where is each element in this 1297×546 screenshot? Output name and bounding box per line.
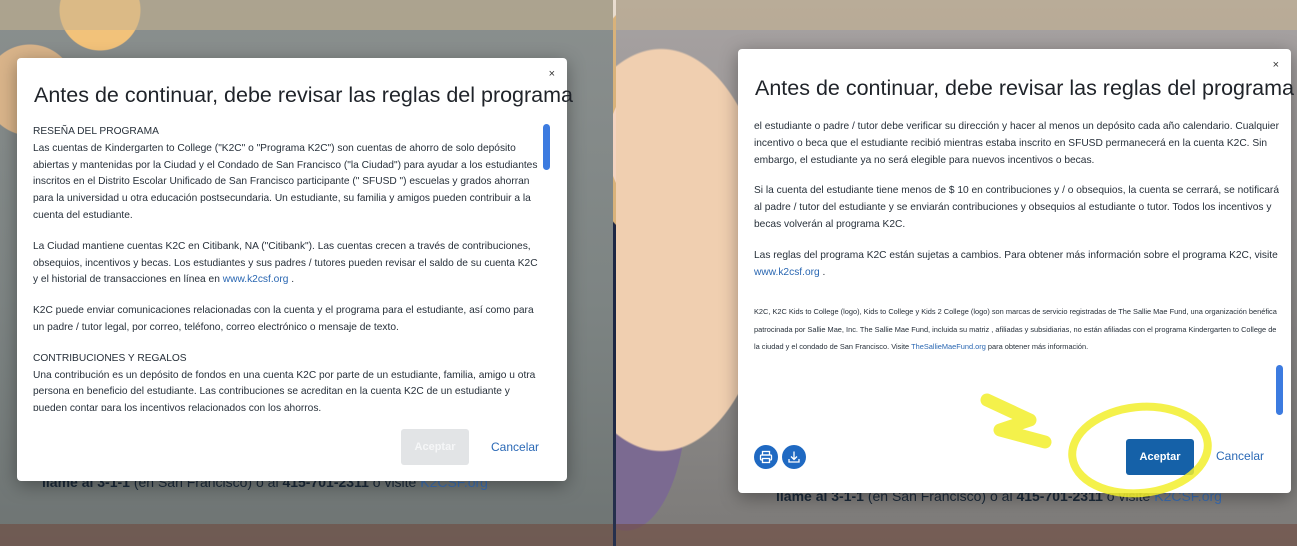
download-icon [788, 451, 800, 463]
rules-paragraph: La Ciudad mantiene cuentas K2C en Citiba… [33, 239, 545, 289]
scrollbar-thumb[interactable] [543, 124, 550, 170]
printer-icon [759, 450, 773, 464]
paragraph-text-end: . [819, 266, 826, 278]
k2csf-link[interactable]: www.k2csf.org [223, 274, 289, 285]
scrollbar-thumb[interactable] [1276, 365, 1283, 415]
paragraph-text: Las cuentas de Kindergarten to College (… [33, 142, 538, 221]
rules-paragraph: CONTRIBUCIONES Y REGALOS Una contribució… [33, 351, 545, 411]
k2csf-link[interactable]: www.k2csf.org [754, 267, 820, 278]
background-strip [616, 524, 1297, 546]
program-rules-modal: × Antes de continuar, debe revisar las r… [738, 49, 1295, 493]
sallie-mae-fund-link[interactable]: TheSallieMaeFund.org [911, 342, 986, 351]
paragraph-text: Si la cuenta del estudiante tiene menos … [754, 185, 1279, 230]
rules-paragraph: el estudiante o padre / tutor debe verif… [754, 119, 1279, 169]
paragraph-text: Las reglas del programa K2C están sujeta… [754, 249, 1278, 261]
background-strip [616, 0, 1297, 30]
print-button[interactable] [754, 445, 778, 469]
trademark-notice: K2C, K2C Kids to College (logo), Kids to… [754, 303, 1279, 356]
accept-button[interactable]: Aceptar [1126, 439, 1194, 475]
rules-paragraph: RESEÑA DEL PROGRAMA Las cuentas de Kinde… [33, 124, 545, 225]
paragraph-text: K2C puede enviar comunicaciones relacion… [33, 305, 534, 333]
cancel-button[interactable]: Cancelar [491, 440, 539, 454]
rules-scroll-area[interactable]: el estudiante o padre / tutor debe verif… [754, 119, 1279, 419]
rules-scroll-area[interactable]: RESEÑA DEL PROGRAMA Las cuentas de Kinde… [33, 124, 545, 411]
paragraph-text-end: para obtener más información. [985, 342, 1089, 352]
accept-button-disabled[interactable]: Aceptar [401, 429, 469, 465]
paragraph-text-end: . [288, 274, 295, 286]
rules-paragraph: Las reglas del programa K2C están sujeta… [754, 248, 1279, 282]
background-strip [0, 524, 613, 546]
paragraph-text: el estudiante o padre / tutor debe verif… [754, 121, 1279, 166]
rules-paragraph: K2C puede enviar comunicaciones relacion… [33, 303, 545, 337]
close-icon[interactable]: × [549, 68, 555, 80]
paragraph-text: Una contribución es un depósito de fondo… [33, 369, 536, 411]
modal-title: Antes de continuar, debe revisar las reg… [34, 83, 574, 107]
cancel-button[interactable]: Cancelar [1216, 449, 1264, 463]
section-heading: RESEÑA DEL PROGRAMA [33, 126, 159, 137]
download-button[interactable] [782, 445, 806, 469]
modal-title: Antes de continuar, debe revisar las reg… [755, 76, 1295, 100]
program-rules-modal: × Antes de continuar, debe revisar las r… [17, 58, 573, 481]
rules-paragraph: Si la cuenta del estudiante tiene menos … [754, 183, 1279, 233]
left-screenshot-panel: llame al 3-1-1 (en San Francisco) o al 4… [0, 0, 613, 546]
close-icon[interactable]: × [1273, 59, 1279, 71]
background-strip [0, 0, 613, 30]
section-heading: CONTRIBUCIONES Y REGALOS [33, 352, 187, 364]
